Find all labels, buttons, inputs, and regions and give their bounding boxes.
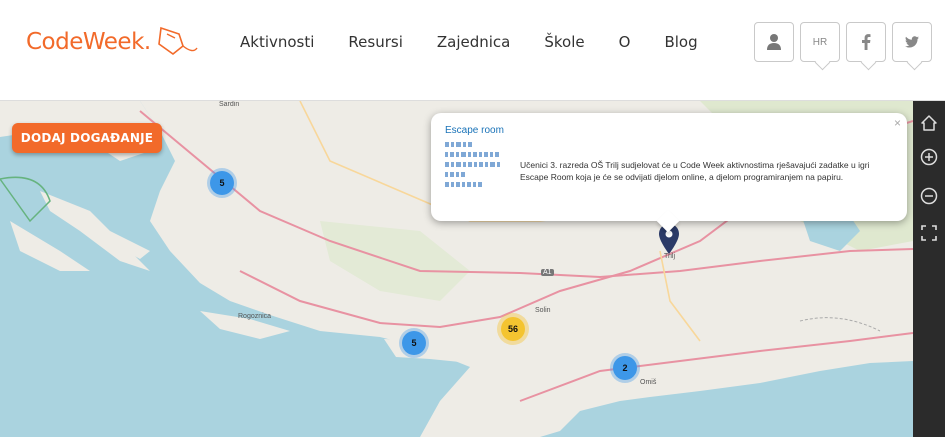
map-label-omis: Omiš <box>640 379 657 386</box>
logo-text: CodeWeek. <box>26 29 151 55</box>
zoom-in-button[interactable] <box>919 147 939 167</box>
twitter-icon <box>905 36 919 48</box>
twitter-button[interactable] <box>892 22 932 62</box>
header-actions: HR <box>754 22 932 62</box>
home-icon <box>921 115 937 131</box>
login-button[interactable] <box>754 22 794 62</box>
map-cluster[interactable]: 5 <box>210 171 234 195</box>
map-controls <box>913 101 945 437</box>
nav-item-resursi[interactable]: Resursi <box>348 33 402 51</box>
site-header: CodeWeek. Aktivnosti Resursi Zajednica Š… <box>0 0 945 101</box>
nav-item-zajednica[interactable]: Zajednica <box>437 33 511 51</box>
language-button[interactable]: HR <box>800 22 840 62</box>
zoom-out-button[interactable] <box>919 186 939 206</box>
fullscreen-button[interactable] <box>919 223 939 243</box>
close-icon[interactable]: × <box>894 116 901 130</box>
facebook-button[interactable] <box>846 22 886 62</box>
map-cluster[interactable]: 56 <box>501 317 525 341</box>
map-label-trilj: Trilj <box>664 253 676 260</box>
fullscreen-icon <box>921 225 937 241</box>
zoom-in-icon <box>920 148 938 166</box>
event-image <box>445 142 500 187</box>
popup-description: Učenici 3. razreda OŠ Trilj sudjelovat ć… <box>520 160 870 182</box>
nav-item-skole[interactable]: Škole <box>544 33 584 51</box>
nav-item-aktivnosti[interactable]: Aktivnosti <box>240 33 314 51</box>
add-event-button[interactable]: DODAJ DOGAĐANJE <box>12 123 162 153</box>
nav-item-blog[interactable]: Blog <box>664 33 697 51</box>
mouse-logo-icon <box>157 26 198 56</box>
facebook-icon <box>862 34 871 50</box>
events-map[interactable]: Sardin Trilj Solin Omiš Rogoznica A1 DOD… <box>0 101 913 437</box>
nav-item-o[interactable]: O <box>619 33 631 51</box>
popup-title[interactable]: Escape room <box>445 125 504 136</box>
codeweek-logo[interactable]: CodeWeek. <box>26 22 201 62</box>
event-popup: × Escape room Učenici 3. razreda OŠ Tril… <box>431 113 907 221</box>
language-label: HR <box>812 36 828 48</box>
map-label-sardin: Sardin <box>219 101 240 108</box>
home-button[interactable] <box>919 113 939 133</box>
map-cluster[interactable]: 2 <box>613 356 637 380</box>
main-nav: Aktivnosti Resursi Zajednica Škole O Blo… <box>240 33 732 51</box>
map-label-a1: A1 <box>541 269 554 276</box>
zoom-out-icon <box>920 187 938 205</box>
user-icon <box>767 34 781 50</box>
map-label-solin: Solin <box>535 307 551 314</box>
map-label-rogoznica: Rogoznica <box>238 313 272 320</box>
map-cluster[interactable]: 5 <box>402 331 426 355</box>
